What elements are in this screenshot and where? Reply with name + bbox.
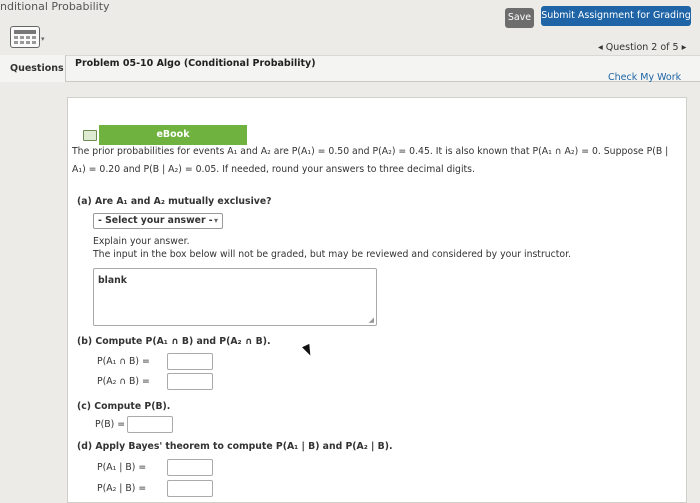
chevron-down-icon[interactable]: ▾ — [41, 35, 45, 43]
ebook-button[interactable]: eBook — [99, 125, 247, 145]
part-b-label-1: P(A₁ ∩ B) = — [97, 356, 150, 367]
part-b-question: (b) Compute P(A₁ ∩ B) and P(A₂ ∩ B). — [77, 336, 271, 347]
part-a-question: (a) Are A₁ and A₂ mutually exclusive? — [77, 196, 272, 207]
part-d-question: (d) Apply Bayes' theorem to compute P(A₁… — [77, 441, 393, 452]
submit-assignment-button[interactable]: Submit Assignment for Grading — [541, 6, 691, 26]
explanation-textarea[interactable]: blank ◢ — [93, 268, 377, 326]
problem-title: Problem 05-10 Algo (Conditional Probabil… — [75, 58, 316, 69]
problem-intro-line-1: The prior probabilities for events A₁ an… — [72, 146, 669, 157]
tab-questions[interactable]: Questions — [0, 55, 66, 82]
part-c-question: (c) Compute P(B). — [77, 401, 171, 412]
part-d-label-2: P(A₂ | B) = — [97, 483, 147, 494]
answer-input-p-a1-and-b[interactable] — [167, 353, 213, 370]
calculator-icon[interactable] — [10, 26, 40, 48]
answer-select[interactable]: - Select your answer - ▾ — [93, 213, 223, 229]
save-button[interactable]: Save — [505, 8, 534, 28]
problem-intro-line-2: A₁) = 0.20 and P(B | A₂) = 0.05. If need… — [72, 164, 475, 175]
answer-input-p-a1-given-b[interactable] — [167, 459, 213, 476]
answer-input-p-a2-given-b[interactable] — [167, 480, 213, 497]
chevron-down-icon: ▾ — [213, 216, 218, 225]
part-b-label-2: P(A₂ ∩ B) = — [97, 376, 150, 387]
answer-input-p-a2-and-b[interactable] — [167, 373, 213, 390]
book-icon — [83, 130, 97, 141]
answer-input-p-b[interactable] — [127, 416, 173, 433]
question-navigator[interactable]: ◂ Question 2 of 5 ▸ — [598, 42, 686, 53]
window-title: nditional Probability — [0, 0, 110, 13]
explain-label: Explain your answer. — [93, 236, 190, 247]
check-my-work-link[interactable]: Check My Work — [608, 72, 681, 83]
ungraded-note: The input in the box below will not be g… — [93, 249, 572, 260]
answer-select-value: - Select your answer - — [98, 215, 213, 226]
resize-handle-icon[interactable]: ◢ — [369, 316, 374, 324]
part-d-label-1: P(A₁ | B) = — [97, 462, 147, 473]
textarea-value: blank — [98, 275, 127, 286]
part-c-label-1: P(B) = — [95, 419, 125, 430]
